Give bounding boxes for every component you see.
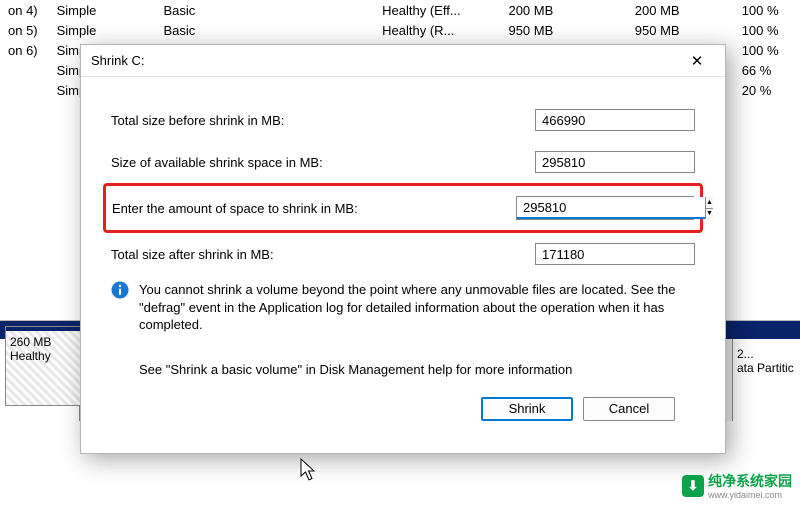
label-available: Size of available shrink space in MB: (111, 155, 535, 170)
watermark: 纯净系统家园 www.yidaimei.com (682, 471, 792, 500)
chevron-down-icon: ▼ (706, 210, 713, 217)
dialog-titlebar[interactable]: Shrink C: ✕ (81, 45, 725, 77)
close-button[interactable]: ✕ (679, 48, 715, 74)
shrink-amount-input[interactable] (517, 197, 705, 219)
info-text: You cannot shrink a volume beyond the po… (139, 281, 695, 334)
label-total-after: Total size after shrink in MB: (111, 247, 535, 262)
cursor-icon (300, 458, 318, 485)
row-available: Size of available shrink space in MB: 29… (111, 141, 695, 183)
shrink-dialog: Shrink C: ✕ Total size before shrink in … (80, 44, 726, 454)
partition-right[interactable]: 2... ata Partitic (732, 339, 800, 421)
value-total-before: 466990 (535, 109, 695, 131)
watermark-url: www.yidaimei.com (708, 491, 792, 500)
row-total-after: Total size after shrink in MB: 171180 (111, 233, 695, 275)
cancel-button[interactable]: Cancel (583, 397, 675, 421)
help-text: See "Shrink a basic volume" in Disk Mana… (111, 334, 695, 377)
download-icon (682, 475, 704, 497)
spinner-up-button[interactable]: ▲ (706, 197, 713, 209)
dialog-title: Shrink C: (91, 53, 679, 68)
label-shrink-amount: Enter the amount of space to shrink in M… (112, 201, 516, 216)
chevron-up-icon: ▲ (706, 199, 713, 206)
label-total-before: Total size before shrink in MB: (111, 113, 535, 128)
value-available: 295810 (535, 151, 695, 173)
spinner-down-button[interactable]: ▼ (706, 209, 713, 220)
table-row: on 5) Simple Basic Healthy (R... 950 MB … (0, 20, 800, 40)
info-icon (111, 281, 129, 334)
info-block: You cannot shrink a volume beyond the po… (111, 275, 695, 334)
shrink-amount-spinner: ▲ ▼ (516, 196, 694, 220)
close-icon: ✕ (691, 52, 704, 70)
shrink-button[interactable]: Shrink (481, 397, 573, 421)
row-total-before: Total size before shrink in MB: 466990 (111, 99, 695, 141)
row-shrink-amount-highlight: Enter the amount of space to shrink in M… (103, 183, 703, 233)
table-row: on 4) Simple Basic Healthy (Eff... 200 M… (0, 0, 800, 20)
value-total-after: 171180 (535, 243, 695, 265)
watermark-brand: 纯净系统家园 (708, 473, 792, 489)
